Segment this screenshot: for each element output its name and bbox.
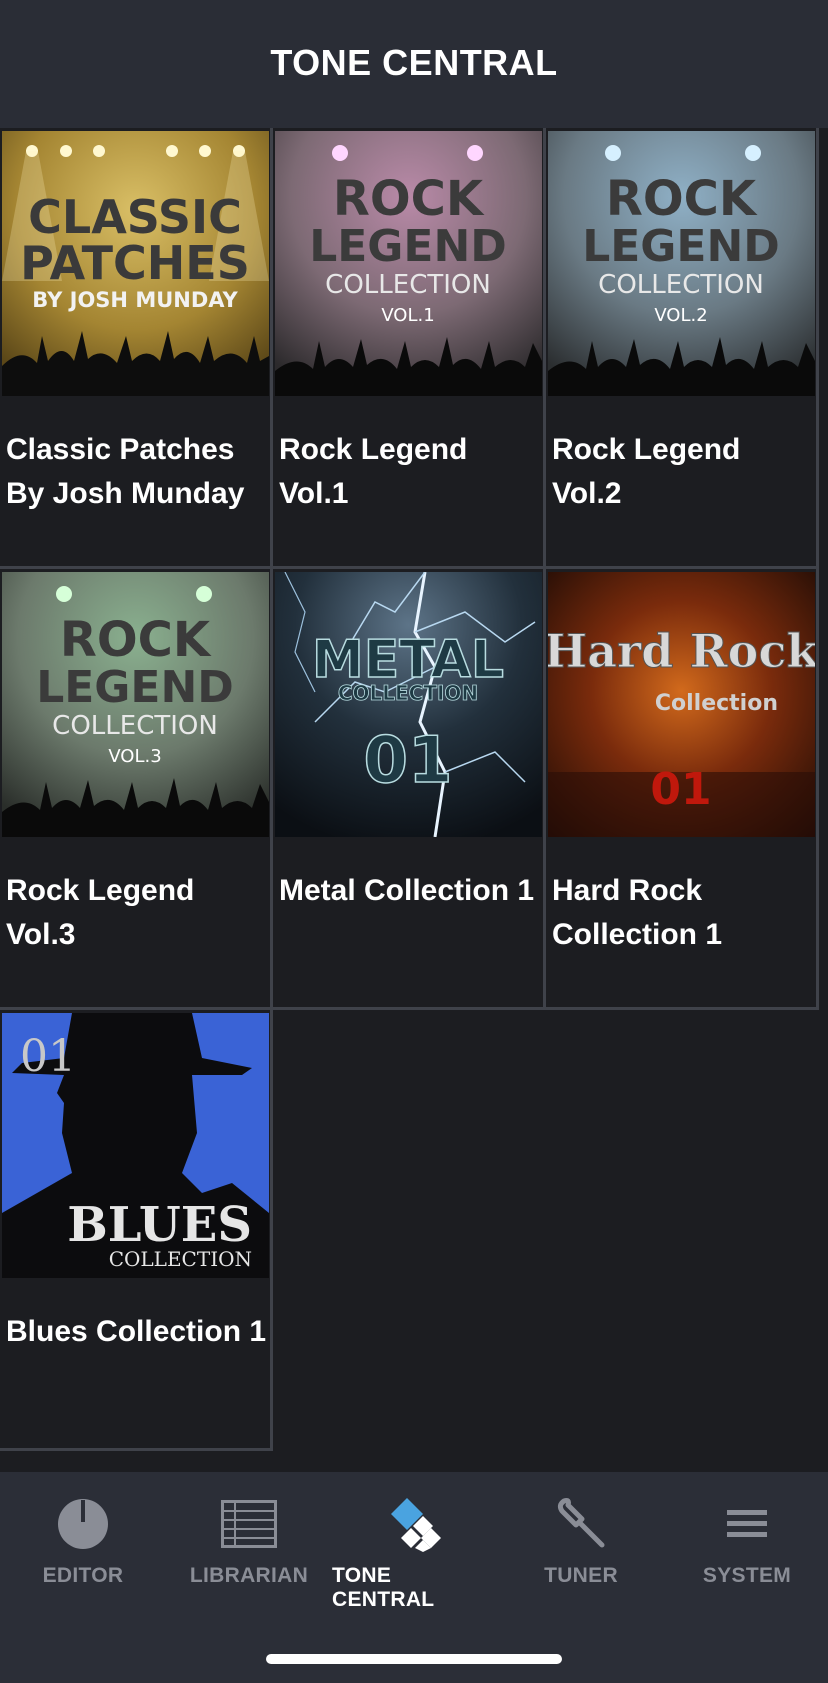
art-line: BY JOSH MUNDAY	[32, 288, 238, 312]
pack-cover-art: METAL COLLECTION 01	[275, 572, 542, 837]
art-line: LEGEND	[36, 662, 234, 713]
art-line: COLLECTION	[598, 270, 764, 300]
art-line: COLLECTION	[338, 681, 478, 705]
tab-label: LIBRARIAN	[189, 1564, 309, 1587]
page-title: TONE CENTRAL	[270, 42, 558, 83]
menu-icon	[719, 1496, 775, 1552]
dial-icon	[55, 1496, 111, 1552]
art-line: 01	[20, 1031, 76, 1082]
art-line: VOL.2	[654, 305, 707, 326]
art-line: LEGEND	[309, 221, 507, 272]
pack-cover-art: Hard Rock Collection 01	[548, 572, 815, 837]
tone-central-screen: TONE CENTRAL CLASSIC PATCHES BY JOSH MUN…	[0, 0, 828, 1683]
pack-name: Rock Legend Vol.3	[6, 874, 195, 951]
pack-name: Hard Rock Collection 1	[552, 874, 723, 951]
pack-tile-rock-legend-vol2[interactable]: ROCK LEGEND COLLECTION VOL.2 Rock Legend…	[546, 128, 819, 569]
art-line: VOL.1	[381, 305, 434, 326]
art-line: COLLECTION	[325, 270, 491, 300]
pack-cover-art: ROCK LEGEND COLLECTION VOL.3	[2, 572, 269, 837]
art-line: COLLECTION	[52, 711, 218, 741]
tab-tone-central[interactable]: TONE CENTRAL	[332, 1496, 498, 1611]
pack-cover-art: ROCK LEGEND COLLECTION VOL.1	[275, 131, 542, 396]
art-line: Collection	[655, 691, 778, 716]
pack-tile-metal-collection-1[interactable]: METAL COLLECTION 01 Metal Collection 1	[273, 569, 546, 1010]
tab-tuner[interactable]: TUNER	[498, 1496, 664, 1606]
art-line: ROCK	[333, 171, 485, 227]
art-line: ROCK	[60, 612, 212, 668]
art-line: VOL.3	[108, 746, 161, 767]
art-line: PATCHES	[20, 236, 250, 290]
art-line: ROCK	[606, 171, 758, 227]
pack-cover-art: ROCK LEGEND COLLECTION VOL.2	[548, 131, 815, 396]
tab-editor[interactable]: EDITOR	[0, 1496, 166, 1606]
pack-name: Rock Legend Vol.2	[552, 433, 741, 510]
tab-label: TUNER	[544, 1564, 618, 1587]
tab-label: SYSTEM	[702, 1564, 792, 1587]
pack-tile-rock-legend-vol3[interactable]: ROCK LEGEND COLLECTION VOL.3 Rock Legend…	[0, 569, 273, 1010]
tuning-fork-icon	[553, 1496, 609, 1552]
tab-label: TONE CENTRAL	[332, 1564, 435, 1611]
pack-name: Blues Collection 1	[6, 1315, 267, 1348]
tab-system[interactable]: SYSTEM	[664, 1496, 828, 1606]
art-line: 01	[363, 724, 452, 798]
pack-tile-blues-collection-1[interactable]: 01 BLUES COLLECTION Blues Collection 1	[0, 1010, 273, 1451]
art-line: Hard Rock	[548, 624, 815, 678]
pack-tile-rock-legend-vol1[interactable]: ROCK LEGEND COLLECTION VOL.1 Rock Legend…	[273, 128, 546, 569]
art-line: LEGEND	[582, 221, 780, 272]
tab-librarian[interactable]: LIBRARIAN	[166, 1496, 332, 1606]
pack-tile-hard-rock-collection-1[interactable]: Hard Rock Collection 01 Hard Rock Collec…	[546, 569, 819, 1010]
top-header: TONE CENTRAL	[0, 0, 828, 128]
bottom-tab-bar: EDITOR LIBRARIAN TONE CENTRAL TUNER SYST…	[0, 1472, 828, 1683]
art-line: BLUES	[67, 1197, 252, 1253]
pack-name: Metal Collection 1	[279, 874, 535, 907]
art-line: 01	[650, 764, 711, 815]
pack-cover-art: 01 BLUES COLLECTION	[2, 1013, 269, 1278]
pack-name: Rock Legend Vol.1	[279, 433, 468, 510]
art-line: COLLECTION	[109, 1247, 252, 1271]
tone-central-icon	[387, 1496, 443, 1552]
pack-name: Classic Patches By Josh Munday	[6, 433, 245, 510]
pack-tile-classic-patches[interactable]: CLASSIC PATCHES BY JOSH MUNDAY Classic P…	[0, 128, 273, 569]
home-indicator[interactable]	[266, 1654, 562, 1664]
list-icon	[221, 1496, 277, 1552]
pack-cover-art: CLASSIC PATCHES BY JOSH MUNDAY	[2, 131, 269, 396]
tab-label: EDITOR	[42, 1564, 124, 1587]
